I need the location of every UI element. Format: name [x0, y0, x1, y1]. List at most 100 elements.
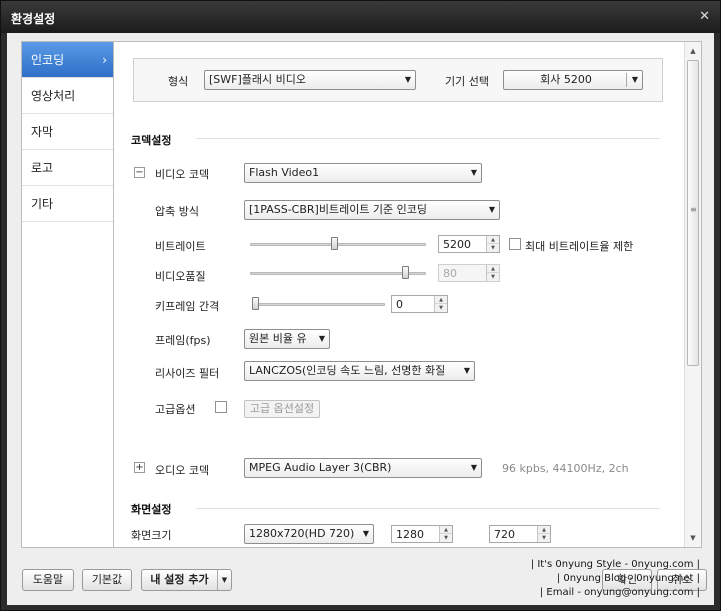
- scroll-down-icon[interactable]: ▼: [685, 531, 701, 545]
- screen-size-select[interactable]: 1280x720(HD 720) ▼: [244, 524, 374, 544]
- fps-select[interactable]: 원본 비율 유 ▼: [244, 329, 330, 349]
- spin-buttons: ▲ ▼: [537, 526, 550, 542]
- spin-up-icon[interactable]: ▲: [487, 236, 499, 244]
- bitrate-label: 비트레이트: [155, 240, 206, 253]
- sidebar-item-video-processing[interactable]: 영상처리: [22, 78, 113, 114]
- help-button[interactable]: 도움말: [22, 569, 74, 591]
- encoding-method-label: 압축 방식: [155, 205, 199, 218]
- screen-size-label: 화면크기: [131, 529, 172, 542]
- dropdown-arrow-icon: ▼: [463, 366, 470, 375]
- video-codec-label: 비디오 코덱: [155, 168, 210, 181]
- sidebar-item-subtitle[interactable]: 자막: [22, 114, 113, 150]
- spin-up-icon[interactable]: ▲: [487, 265, 499, 273]
- sidebar-item-logo[interactable]: 로고: [22, 150, 113, 186]
- max-bitrate-label: 최대 비트레이트율 제한: [525, 240, 634, 253]
- sidebar-item-label: 자막: [31, 125, 54, 139]
- resize-filter-value: LANCZOS(인코딩 속도 느림, 선명한 화질: [249, 364, 446, 377]
- keyframe-slider-track[interactable]: [252, 303, 385, 306]
- quality-value: 80: [443, 267, 457, 280]
- spin-down-icon[interactable]: ▼: [487, 273, 499, 281]
- close-icon[interactable]: ✕: [699, 9, 710, 24]
- video-codec-select[interactable]: Flash Video1 ▼: [244, 163, 482, 183]
- dropdown-arrow-icon: ▼: [470, 463, 477, 472]
- audio-info-text: 96 kpbs, 44100Hz, 2ch: [502, 462, 629, 475]
- bitrate-slider-track[interactable]: [250, 243, 426, 246]
- dropdown-arrow-icon: ▼: [404, 75, 411, 84]
- spin-buttons: ▲ ▼: [486, 236, 499, 252]
- window-title: 환경설정: [11, 12, 56, 26]
- chevron-down-icon[interactable]: ▼: [217, 570, 231, 590]
- quality-spinbox[interactable]: 80 ▲ ▼: [438, 264, 500, 282]
- advanced-options-button[interactable]: 고급 옵션설정: [244, 400, 320, 418]
- sidebar-item-encoding[interactable]: 인코딩 ›: [22, 42, 113, 78]
- quality-slider-thumb[interactable]: [402, 266, 409, 279]
- dropdown-arrow-icon: ▼: [362, 529, 369, 538]
- add-my-settings-button[interactable]: 내 설정 추가 ▼: [141, 569, 232, 591]
- spin-buttons: ▲ ▼: [439, 526, 452, 542]
- section-divider: [196, 508, 660, 509]
- width-value: 1280: [396, 528, 424, 541]
- dropdown-arrow-icon: ▼: [470, 168, 477, 177]
- spin-buttons: ▲ ▼: [434, 296, 447, 312]
- bitrate-value: 5200: [443, 238, 471, 251]
- spin-up-icon[interactable]: ▲: [440, 526, 452, 534]
- format-select[interactable]: [SWF]플래시 비디오 ▼: [204, 70, 416, 90]
- watermark-line: | It's 0nyung Style - 0nyung.com |: [530, 559, 700, 570]
- chevron-right-icon: ›: [102, 53, 107, 67]
- codec-section-title: 코덱설정: [131, 134, 172, 147]
- video-quality-label: 비디오품질: [155, 270, 206, 283]
- add-my-settings-label: 내 설정 추가: [150, 573, 209, 586]
- settings-content-pane: 형식 [SWF]플래시 비디오 ▼ 기기 선택 회사 5200 ▼ 코덱설정 −…: [114, 41, 702, 548]
- format-group: 형식 [SWF]플래시 비디오 ▼ 기기 선택 회사 5200 ▼: [133, 58, 663, 102]
- height-value: 720: [494, 528, 515, 541]
- spin-down-icon[interactable]: ▼: [487, 244, 499, 252]
- keyframe-label: 키프레임 간격: [155, 300, 220, 313]
- max-bitrate-checkbox[interactable]: [509, 238, 521, 250]
- scrollbar-thumb[interactable]: ≡: [687, 60, 699, 366]
- audio-codec-label: 오디오 코덱: [155, 464, 210, 477]
- encoding-method-select[interactable]: [1PASS-CBR]비트레이트 기준 인코딩 ▼: [244, 200, 500, 220]
- bitrate-spinbox[interactable]: 5200 ▲ ▼: [438, 235, 500, 253]
- format-label: 형식: [168, 75, 189, 88]
- default-button[interactable]: 기본값: [82, 569, 132, 591]
- spin-buttons: ▲ ▼: [486, 265, 499, 281]
- spin-down-icon[interactable]: ▼: [440, 534, 452, 542]
- height-spinbox[interactable]: 720 ▲ ▼: [489, 525, 551, 543]
- keyframe-value: 0: [396, 298, 403, 311]
- spin-down-icon[interactable]: ▼: [538, 534, 550, 542]
- dropdown-arrow-icon: ▼: [488, 205, 495, 214]
- content-scrollbar[interactable]: ▲ ≡ ▼: [684, 42, 701, 547]
- sidebar-item-label: 기타: [31, 197, 54, 211]
- quality-slider-track[interactable]: [250, 272, 426, 275]
- width-spinbox[interactable]: 1280 ▲ ▼: [391, 525, 453, 543]
- device-select[interactable]: 회사 5200 ▼: [503, 70, 643, 90]
- dialog-client-area: 인코딩 › 영상처리 자막 로고 기타 형식 [SWF]플래시 비디오 ▼ 기기…: [7, 33, 714, 605]
- screen-section-title: 화면설정: [131, 503, 172, 516]
- scroll-up-icon[interactable]: ▲: [685, 44, 701, 58]
- dropdown-arrow-icon: ▼: [318, 334, 325, 343]
- audio-codec-select[interactable]: MPEG Audio Layer 3(CBR) ▼: [244, 458, 482, 478]
- video-codec-value: Flash Video1: [249, 166, 320, 179]
- sidebar-item-etc[interactable]: 기타: [22, 186, 113, 222]
- advanced-options-checkbox[interactable]: [215, 401, 227, 413]
- collapse-video-codec-button[interactable]: −: [134, 167, 145, 178]
- advanced-options-label: 고급옵션: [155, 403, 196, 416]
- spin-down-icon[interactable]: ▼: [435, 304, 447, 312]
- resize-filter-label: 리사이즈 필터: [155, 367, 220, 380]
- screen-size-value: 1280x720(HD 720): [249, 527, 355, 540]
- expand-audio-codec-button[interactable]: +: [134, 462, 145, 473]
- watermark-line: | Email - onyung@onyung.com |: [539, 587, 700, 598]
- keyframe-spinbox[interactable]: 0 ▲ ▼: [391, 295, 448, 313]
- keyframe-slider-thumb[interactable]: [252, 297, 259, 310]
- resize-filter-select[interactable]: LANCZOS(인코딩 속도 느림, 선명한 화질 ▼: [244, 361, 475, 381]
- spin-up-icon[interactable]: ▲: [435, 296, 447, 304]
- sidebar-item-label: 인코딩: [31, 53, 65, 67]
- bitrate-slider-thumb[interactable]: [331, 237, 338, 250]
- grip-icon: ≡: [690, 205, 697, 214]
- sidebar-item-label: 영상처리: [31, 89, 76, 103]
- fps-label: 프레임(fps): [155, 334, 211, 347]
- settings-window: 환경설정 ✕ 인코딩 › 영상처리 자막 로고 기타 형식 [SWF]플래시 비…: [0, 0, 721, 611]
- spin-up-icon[interactable]: ▲: [538, 526, 550, 534]
- device-select-value: 회사 5200: [540, 73, 592, 86]
- select-divider: [626, 73, 627, 87]
